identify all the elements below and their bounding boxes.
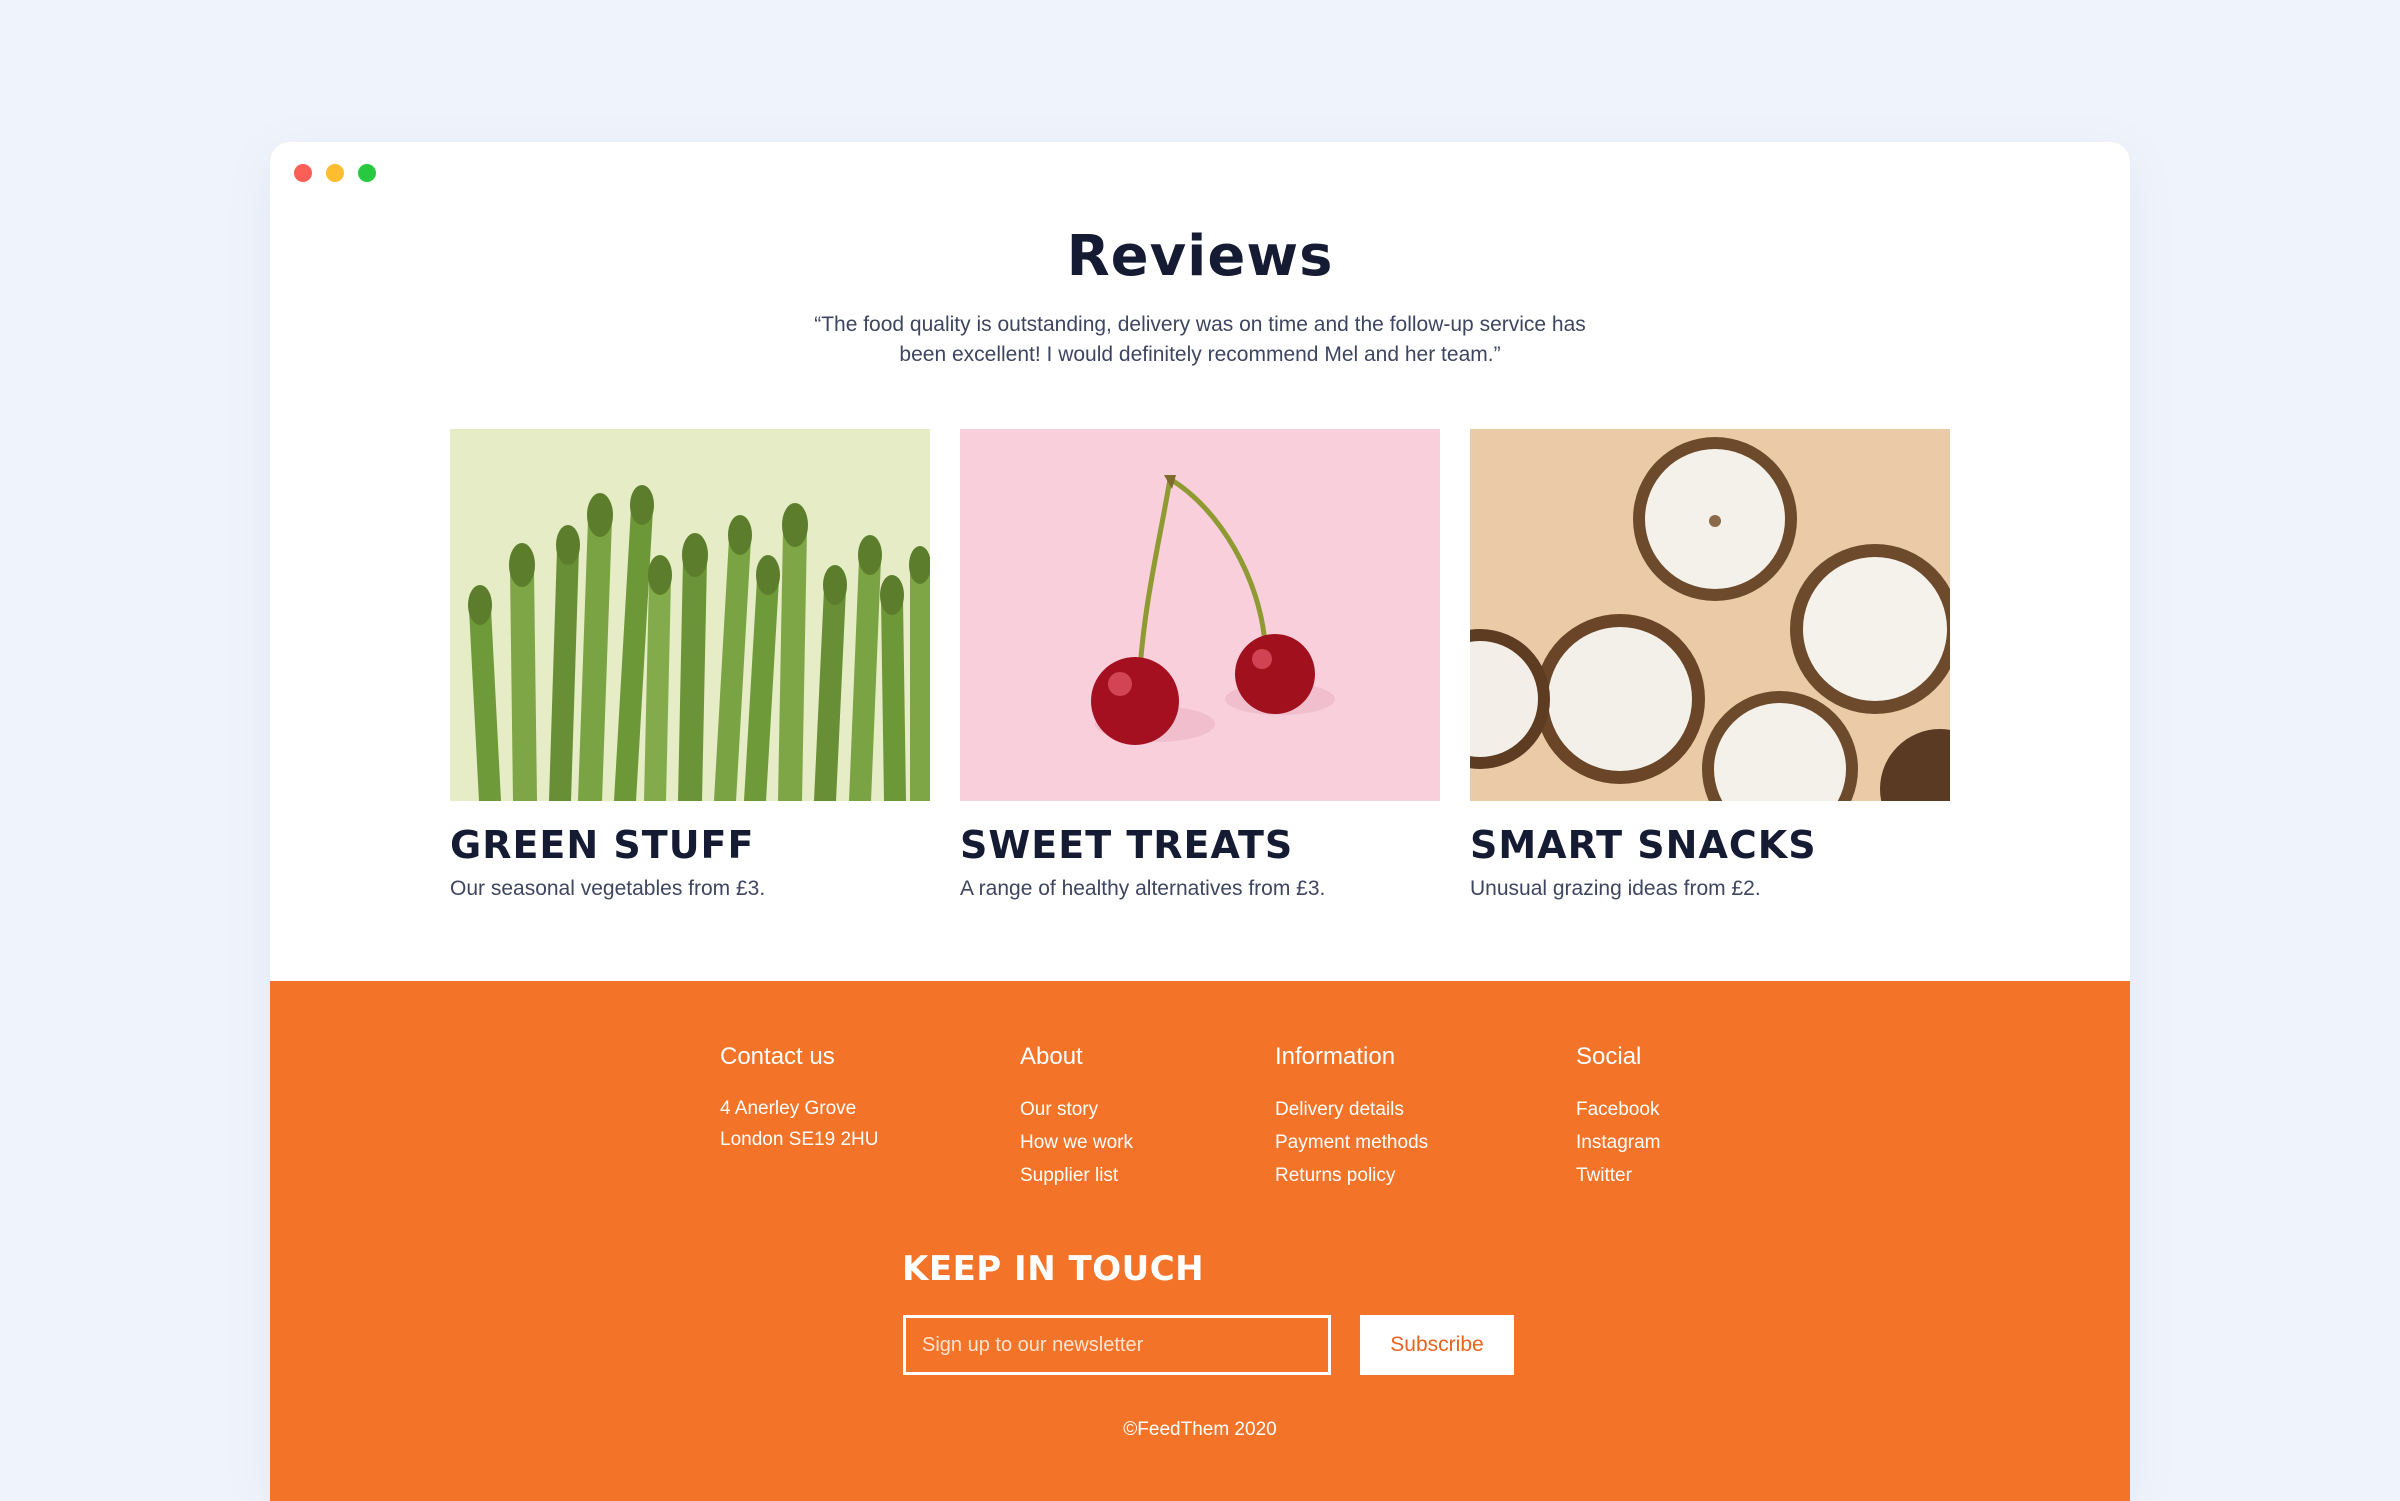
footer-heading-contact: Contact us xyxy=(720,1043,835,1070)
newsletter-email-input[interactable] xyxy=(903,1315,1331,1375)
coconuts-photo xyxy=(1470,429,1950,801)
subscribe-button[interactable]: Subscribe xyxy=(1360,1315,1514,1375)
browser-window: Reviews “The food quality is outstanding… xyxy=(270,142,2130,1501)
close-window-dot[interactable] xyxy=(294,164,312,182)
window-controls xyxy=(294,164,376,182)
reviews-heading: Reviews xyxy=(1066,224,1334,289)
product-card-green-stuff[interactable]: GREEN STUFF Our seasonal vegetables from… xyxy=(450,429,930,901)
footer-heading-information: Information xyxy=(1275,1043,1396,1070)
card-title: SMART SNACKS xyxy=(1470,823,1817,867)
address-line-1: 4 Anerley Grove xyxy=(720,1098,857,1119)
footer-heading-about: About xyxy=(1020,1043,1083,1070)
cherries-photo xyxy=(960,429,1440,801)
footer-contact-column: Contact us 4 Anerley Grove London SE19 2… xyxy=(720,1043,878,1155)
link-returns-policy[interactable]: Returns policy xyxy=(1275,1159,1428,1192)
footer-information-column: Information Delivery details Payment met… xyxy=(1275,1043,1428,1192)
link-delivery-details[interactable]: Delivery details xyxy=(1275,1093,1428,1126)
link-our-story[interactable]: Our story xyxy=(1020,1093,1133,1126)
footer-about-column: About Our story How we work Supplier lis… xyxy=(1020,1043,1133,1192)
card-description: Our seasonal vegetables from £3. xyxy=(450,877,766,900)
card-description: A range of healthy alternatives from £3. xyxy=(960,877,1326,900)
card-title: GREEN STUFF xyxy=(450,823,755,867)
maximize-window-dot[interactable] xyxy=(358,164,376,182)
asparagus-photo xyxy=(450,429,930,801)
newsletter-heading: KEEP IN TOUCH xyxy=(902,1249,1205,1289)
link-payment-methods[interactable]: Payment methods xyxy=(1275,1126,1428,1159)
link-twitter[interactable]: Twitter xyxy=(1576,1159,1660,1192)
footer-heading-social: Social xyxy=(1576,1043,1642,1070)
card-title: SWEET TREATS xyxy=(960,823,1294,867)
copyright-text: ©FeedThem 2020 xyxy=(1123,1419,1277,1440)
card-description: Unusual grazing ideas from £2. xyxy=(1470,877,1761,900)
product-card-smart-snacks[interactable]: SMART SNACKS Unusual grazing ideas from … xyxy=(1470,429,1950,901)
product-card-sweet-treats[interactable]: SWEET TREATS A range of healthy alternat… xyxy=(960,429,1440,901)
review-quote: “The food quality is outstanding, delive… xyxy=(814,313,1586,366)
address-line-2: London SE19 2HU xyxy=(720,1129,879,1150)
link-facebook[interactable]: Facebook xyxy=(1576,1093,1660,1126)
link-instagram[interactable]: Instagram xyxy=(1576,1126,1660,1159)
footer-social-column: Social Facebook Instagram Twitter xyxy=(1576,1043,1660,1192)
link-supplier-list[interactable]: Supplier list xyxy=(1020,1159,1133,1192)
site-footer: Contact us 4 Anerley Grove London SE19 2… xyxy=(270,981,2130,1501)
minimize-window-dot[interactable] xyxy=(326,164,344,182)
link-how-we-work[interactable]: How we work xyxy=(1020,1126,1133,1159)
